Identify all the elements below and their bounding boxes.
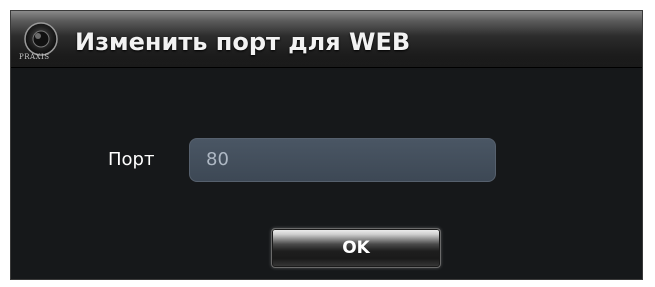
title-bar: PRAXIS Изменить порт для WEB (11, 11, 642, 68)
port-label: Порт (108, 149, 155, 170)
dialog-title: Изменить порт для WEB (75, 28, 411, 56)
change-web-port-dialog: PRAXIS Изменить порт для WEB Порт 80 OK (10, 10, 643, 280)
dialog-body: Порт 80 OK (11, 68, 642, 279)
logo-text: PRAXIS (19, 53, 50, 61)
app-logo-icon (24, 22, 58, 56)
ok-button[interactable]: OK (271, 228, 441, 268)
port-input[interactable]: 80 (189, 138, 496, 182)
